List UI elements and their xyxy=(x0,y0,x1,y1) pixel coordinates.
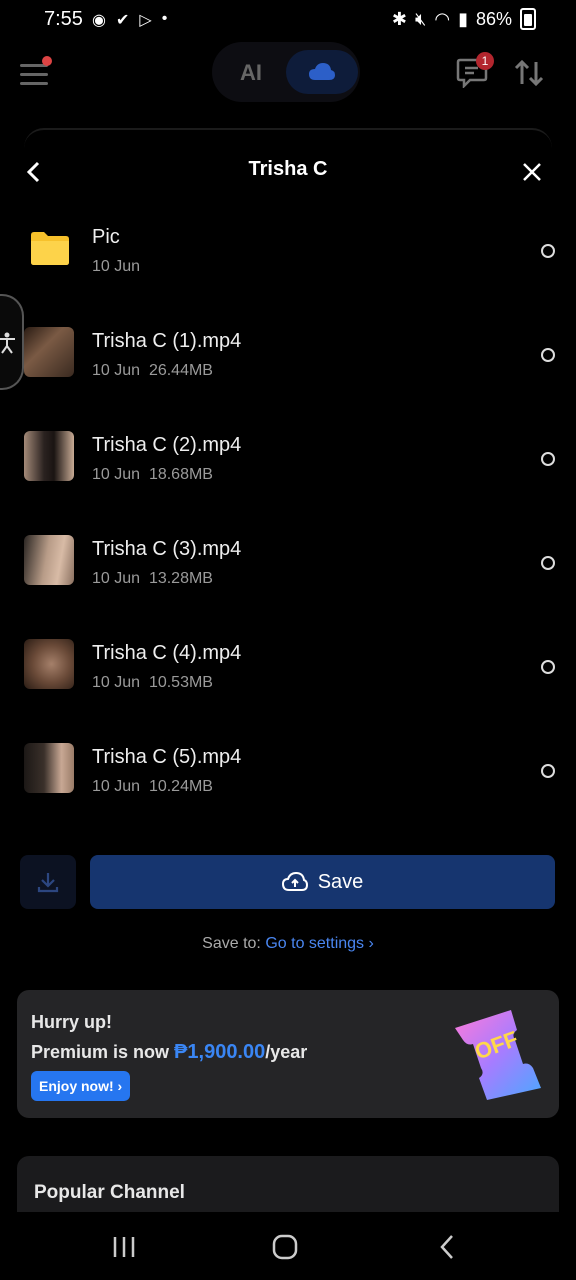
file-name: Trisha C (2).mp4 xyxy=(92,434,242,456)
mode-ai-label[interactable]: AI xyxy=(240,60,262,86)
cloud-upload-icon xyxy=(281,872,308,891)
close-icon xyxy=(523,163,541,181)
list-item[interactable]: Trisha C (1).mp4 10 Jun 26.44MB xyxy=(0,327,576,434)
close-button[interactable] xyxy=(520,160,544,184)
file-meta: 10 Jun 13.28MB xyxy=(92,570,213,587)
mode-toggle[interactable]: AI xyxy=(212,42,360,102)
list-item[interactable]: Trisha C (3).mp4 10 Jun 13.28MB xyxy=(0,535,576,642)
battery-icon xyxy=(520,8,536,30)
cloud-icon xyxy=(309,63,335,80)
system-nav-bar xyxy=(0,1212,576,1280)
file-meta: 10 Jun 10.53MB xyxy=(92,674,213,691)
home-icon xyxy=(272,1234,298,1260)
file-meta: 10 Jun xyxy=(92,258,141,275)
video-thumbnail xyxy=(24,743,74,793)
file-name: Trisha C (1).mp4 xyxy=(92,330,242,352)
status-bar: 7:55 ◉ ✔ ▷ • ✱ 🔇︎ ◠ ▮ 86% xyxy=(0,0,576,40)
check-icon: ✔ xyxy=(115,12,130,29)
video-thumbnail xyxy=(24,535,74,585)
video-thumbnail xyxy=(24,639,74,689)
status-notification-icons: ◉ ✔ ▷ • xyxy=(92,10,167,30)
list-item[interactable]: Trisha C (4).mp4 10 Jun 10.53MB xyxy=(0,639,576,746)
recent-apps-button[interactable] xyxy=(112,1236,136,1258)
sheet-edge xyxy=(24,128,552,148)
select-radio[interactable] xyxy=(541,556,555,570)
back-icon xyxy=(440,1235,453,1259)
more-dot-icon: • xyxy=(161,10,168,27)
status-time: 7:55 xyxy=(44,8,83,30)
discount-ticket-icon: OFF xyxy=(453,1008,543,1100)
select-radio[interactable] xyxy=(541,452,555,466)
sheet-title: Trisha C xyxy=(248,158,328,180)
transfer-icon[interactable] xyxy=(514,58,544,88)
popular-channel-section: Popular Channel xyxy=(17,1156,559,1216)
chevron-right-icon[interactable]: › xyxy=(369,935,374,952)
signal-icon: ▮ xyxy=(458,8,468,29)
select-radio[interactable] xyxy=(541,660,555,674)
wifi-icon: ◠ xyxy=(434,8,451,29)
save-button-label: Save xyxy=(317,870,364,893)
download-icon xyxy=(37,873,59,893)
messages-badge: 1 xyxy=(476,52,494,70)
list-item[interactable]: Trisha C (2).mp4 10 Jun 18.68MB xyxy=(0,431,576,538)
file-name: Trisha C (5).mp4 xyxy=(92,746,242,768)
save-to-label: Save to: xyxy=(202,935,261,952)
file-name: Trisha C (3).mp4 xyxy=(92,538,242,560)
enjoy-now-button[interactable]: Enjoy now! › xyxy=(31,1071,131,1101)
list-item[interactable]: Pic 10 Jun xyxy=(0,226,576,330)
play-store-icon: ▷ xyxy=(139,12,152,29)
file-meta: 10 Jun 18.68MB xyxy=(92,466,213,483)
file-name: Pic xyxy=(92,226,120,248)
settings-link[interactable]: Go to settings xyxy=(265,935,364,952)
recent-apps-icon xyxy=(113,1237,135,1257)
select-radio[interactable] xyxy=(541,764,555,778)
menu-icon[interactable] xyxy=(20,56,52,90)
bluetooth-icon: ✱ xyxy=(391,8,407,29)
premium-promo-card[interactable]: Hurry up! Premium is now ₱1,900.00/year … xyxy=(17,990,559,1118)
file-name: Trisha C (4).mp4 xyxy=(92,642,242,664)
data-saver-icon: ◉ xyxy=(92,12,106,29)
select-radio[interactable] xyxy=(541,348,555,362)
save-button[interactable]: Save xyxy=(90,855,555,909)
promo-price: ₱1,900.00 xyxy=(174,1041,266,1063)
video-thumbnail xyxy=(24,327,74,377)
save-to-row: Save to: Go to settings › xyxy=(0,935,576,953)
home-button[interactable] xyxy=(272,1234,298,1260)
select-radio[interactable] xyxy=(541,244,555,258)
battery-percent: 86% xyxy=(475,8,512,29)
list-item[interactable]: Trisha C (5).mp4 10 Jun 10.24MB xyxy=(0,743,576,850)
back-nav-button[interactable] xyxy=(438,1234,456,1260)
menu-notification-dot xyxy=(42,56,52,66)
download-button[interactable] xyxy=(20,855,76,909)
promo-headline: Hurry up! xyxy=(31,1012,112,1032)
cloud-mode-button[interactable] xyxy=(286,50,358,94)
status-system-icons: ✱ 🔇︎ ◠ ▮ 86% xyxy=(392,8,536,30)
mute-icon: 🔇︎ xyxy=(415,8,427,29)
promo-text: Premium is now ₱1,900.00/year xyxy=(31,1041,308,1063)
folder-icon xyxy=(30,230,70,266)
file-meta: 10 Jun 10.24MB xyxy=(92,778,213,795)
popular-channel-title: Popular Channel xyxy=(34,1182,185,1203)
file-meta: 10 Jun 26.44MB xyxy=(92,362,213,379)
video-thumbnail xyxy=(24,431,74,481)
